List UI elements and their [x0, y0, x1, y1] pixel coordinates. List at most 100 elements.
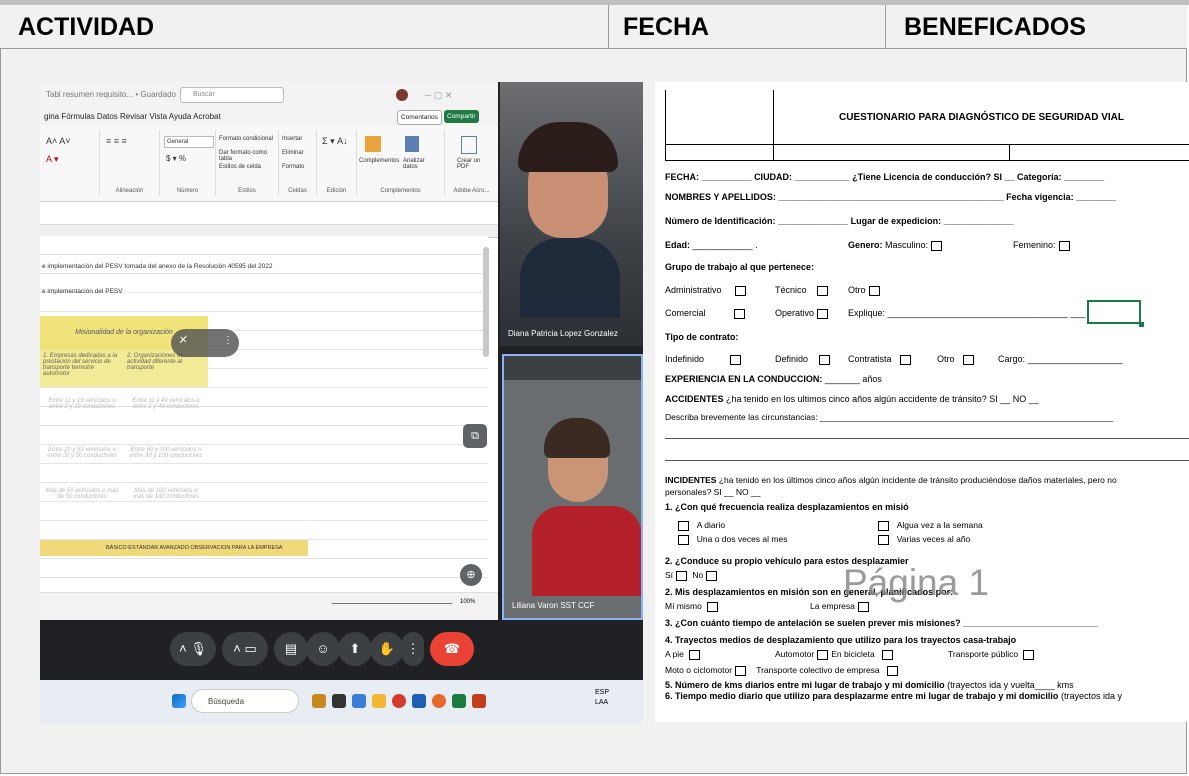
checkbox-comercial[interactable]	[733, 308, 745, 319]
format-button[interactable]: Formato	[282, 164, 304, 170]
language-indicator[interactable]: ESP LAA	[595, 688, 609, 708]
excel-search-box[interactable]: Buscar	[180, 87, 284, 103]
sheet-cell: Entre 50 y 100 vehículos o entre 50 y 10…	[129, 447, 203, 459]
addins-icon[interactable]	[365, 136, 381, 152]
font-size-icon[interactable]: A˄ A˅	[46, 136, 71, 146]
checkbox-tecnico[interactable]	[817, 285, 829, 296]
checkbox-otro2[interactable]	[962, 354, 974, 365]
window-controls-icon[interactable]: ─ ▢ ✕	[425, 82, 452, 108]
ribbon-group-font: A˄ A˅ A ▾	[40, 130, 100, 196]
font-color-icon[interactable]: A ▾	[46, 154, 59, 165]
checkbox-si[interactable]	[676, 570, 688, 581]
checkbox-q4c[interactable]	[882, 649, 894, 660]
present-button[interactable]: ⬆	[338, 632, 372, 666]
analyze-data-icon[interactable]	[405, 136, 419, 152]
sheet-cell: Entre 20 y 50 vehículos o entre 20 y 50 …	[47, 447, 117, 459]
chrome-icon[interactable]	[392, 694, 406, 708]
checkbox-administrativo[interactable]	[734, 285, 746, 296]
camera-button[interactable]: ˄ ▭	[222, 632, 268, 666]
label-nombres: NOMBRES Y APELLIDOS: ___________________…	[665, 192, 1117, 202]
selected-cell[interactable]	[1087, 300, 1141, 324]
label-q4e: Moto o ciclomotor	[665, 665, 733, 675]
q1-label: 1. ¿Con qué frecuencia realiza desplazam…	[665, 502, 909, 512]
picture-in-picture-icon[interactable]: ⧉	[463, 424, 487, 448]
ribbon-group-edicion: Σ ▾ A↓ Edición	[317, 130, 357, 196]
checkbox-q1a[interactable]	[678, 520, 689, 531]
excel-icon[interactable]	[452, 694, 466, 708]
questionnaire-document: CUESTIONARIO PARA DIAGNÓSTICO DE SEGURID…	[655, 82, 1189, 722]
checkbox-no[interactable]	[706, 570, 718, 581]
label-fecha-text: FECHA:	[665, 172, 699, 182]
ribbon-group-numero: General $ ▾ % Número	[160, 130, 216, 196]
vertical-scrollbar[interactable]	[483, 247, 489, 357]
mute-presenter-icon[interactable]: ✕̸	[179, 335, 187, 346]
app-icon[interactable]	[352, 694, 366, 708]
checkbox-masculino[interactable]	[931, 240, 943, 251]
create-pdf-icon[interactable]	[461, 136, 477, 154]
checkbox-indefinido[interactable]	[729, 354, 741, 365]
currency-icon[interactable]: $ ▾ %	[166, 154, 186, 163]
more-options-button[interactable]: ⋮	[402, 632, 424, 666]
cell-fill-handle[interactable]	[1139, 322, 1144, 327]
opt-contratista: Contratista	[848, 354, 914, 365]
cell-styles-button[interactable]: Estilos de celda	[219, 164, 261, 170]
label-administrativo: Administrativo	[665, 285, 722, 295]
label-explique: Explique:	[848, 308, 886, 318]
firefox-icon[interactable]	[432, 694, 446, 708]
captions-button[interactable]: ▤	[274, 632, 308, 666]
powerpoint-icon[interactable]	[472, 694, 486, 708]
checkbox-contratista[interactable]	[899, 354, 911, 365]
checkbox-mi-mismo[interactable]	[707, 601, 719, 612]
q1-opt-b: Algua vez a la semana	[875, 520, 983, 531]
q1-opt-c: Una o dos veces al mes	[675, 534, 787, 545]
checkbox-q1c[interactable]	[678, 534, 689, 545]
checkbox-q1d[interactable]	[878, 534, 889, 545]
checkbox-la-empresa[interactable]	[857, 601, 869, 612]
taskbar-search[interactable]: Búsqueda	[191, 689, 299, 713]
delete-button[interactable]: Eliminar	[282, 150, 304, 156]
label-grupo: Grupo de trabajo al que pertenece:	[665, 262, 815, 272]
checkbox-q4e[interactable]	[735, 665, 747, 676]
participant-tile[interactable]: Diana Patricia Lopez Gonzalez	[500, 82, 643, 346]
zoom-slider[interactable]	[332, 603, 452, 604]
folder-icon[interactable]	[372, 694, 386, 708]
account-avatar[interactable]	[396, 89, 408, 101]
number-format-select[interactable]: General	[164, 136, 214, 148]
share-button[interactable]: Compartir	[444, 110, 479, 123]
align-icon[interactable]: ≡ ≡ ≡	[106, 136, 127, 146]
header-fecha: FECHA	[609, 5, 886, 49]
label-otro: Otro	[848, 285, 866, 295]
participant-tile-active[interactable]: Liliana Varon SST CCF	[502, 354, 643, 620]
format-table-button[interactable]: Dar formato como tabla	[219, 150, 278, 162]
checkbox-definido[interactable]	[818, 354, 830, 365]
more-options-icon[interactable]: ⋮	[223, 335, 233, 346]
label-ciudad: CIUDAD:	[754, 172, 793, 182]
zoom-lens-icon[interactable]: ⊕	[460, 564, 482, 586]
insert-button[interactable]: Insertar	[282, 136, 302, 142]
checkbox-q1b[interactable]	[878, 520, 889, 531]
emoji-button[interactable]: ☺	[306, 632, 340, 666]
word-icon[interactable]	[412, 694, 426, 708]
formula-bar[interactable]	[40, 202, 498, 225]
presenter-overlay[interactable]: ✕̸ ⋮	[171, 329, 239, 357]
excel-menu-items[interactable]: gina Fórmulas Datos Revisar Vista Ayuda …	[44, 112, 221, 121]
label-incidentes: INCIDENTES	[665, 475, 717, 485]
checkbox-q4b[interactable]	[817, 649, 829, 660]
app-icon[interactable]	[332, 694, 346, 708]
checkbox-q4f[interactable]	[887, 665, 899, 676]
app-icon[interactable]	[312, 694, 326, 708]
checkbox-operativo[interactable]	[817, 308, 829, 319]
windows-start-icon[interactable]	[172, 694, 186, 708]
checkbox-q4a[interactable]	[689, 649, 701, 660]
checkbox-q4d[interactable]	[1023, 649, 1035, 660]
participant-hair	[518, 122, 618, 172]
autosum-icon[interactable]: Σ ▾ A↓	[322, 136, 348, 147]
q4-label: 4. Trayectos medios de desplazamiento qu…	[665, 635, 1017, 645]
microphone-button[interactable]: ˄ 🎙	[170, 632, 216, 666]
raise-hand-button[interactable]: ✋	[370, 632, 404, 666]
leave-call-button[interactable]: ☎	[430, 632, 474, 666]
checkbox-femenino[interactable]	[1058, 240, 1070, 251]
checkbox-otro[interactable]	[868, 285, 880, 296]
conditional-format-button[interactable]: Formato condicional	[219, 136, 273, 142]
comments-button[interactable]: Comentarios	[397, 110, 442, 125]
